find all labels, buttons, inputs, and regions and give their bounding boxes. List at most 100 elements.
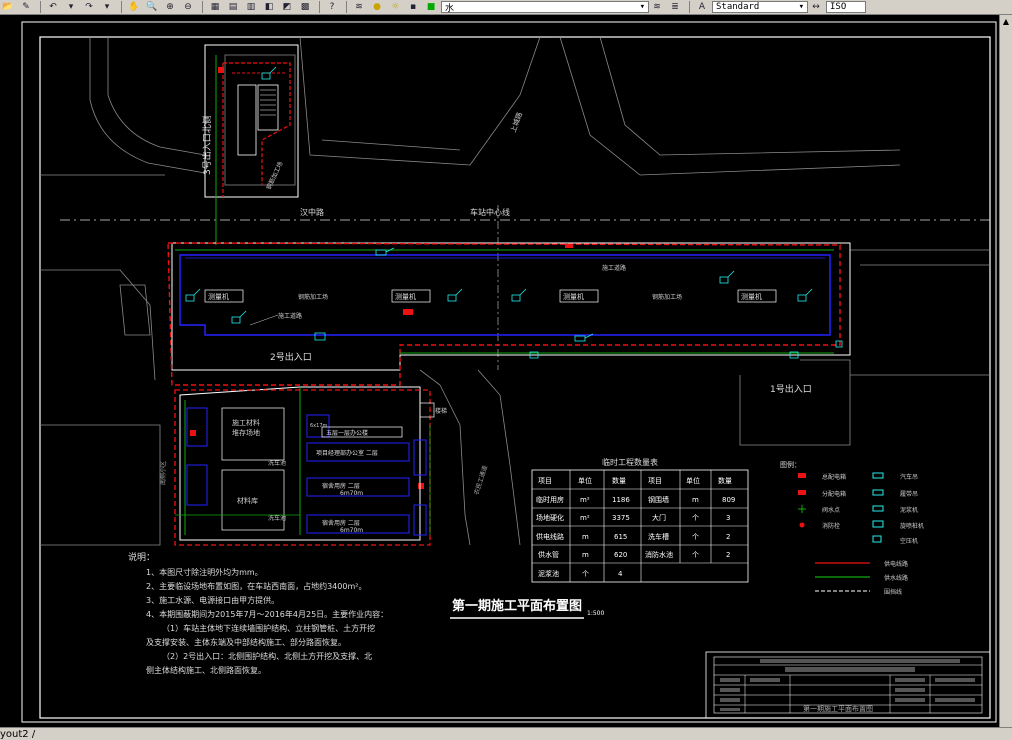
legend-swatch [872,535,882,543]
dropdown-arrow-icon[interactable]: ▾ [63,1,79,13]
cell: 洗车槽 [648,532,669,541]
legend-item: 分配电箱 [822,490,846,498]
toolbar-separator [346,1,347,13]
legend-item: 总配电箱 [822,473,846,481]
layer-dropdown[interactable]: 水 ▾ [441,1,649,14]
cell: 809 [722,496,735,504]
cad-toolbar: 📂 ✎ ↶ ▾ ↷ ▾ ✋ 🔍 ⊕ ⊖ ▦ ▤ ▥ ◧ ◩ ▩ ? ≋ ● ☼ … [0,0,1012,15]
design-center-icon[interactable]: ▤ [225,1,241,13]
cell: 4 [618,570,623,578]
legend-line-label: 供水线路 [884,574,908,582]
office-3-dim: 6m70m [340,527,363,534]
camp-area [174,386,435,546]
text-style-icon[interactable]: A [694,1,710,13]
cell: 1186 [612,496,630,504]
chevron-down-icon: ▾ [639,2,645,12]
notes-title: 说明： [128,551,155,563]
light-bulb-icon[interactable]: ● [369,1,385,13]
exit2-label: 2号出入口 [270,351,312,363]
layer-manager-icon[interactable]: ≋ [351,1,367,13]
match-properties-icon[interactable]: ✎ [18,1,34,13]
note-7: （2）2号出入口：北侧围护结构、北侧土方开挖及支撑、北 [162,651,372,661]
exit3-inner-label: 钢筋加工场 [265,160,285,191]
lock-icon[interactable]: ▪ [405,1,421,13]
layer-dropdown-value: 水 [445,3,455,14]
redo-icon[interactable]: ↷ [81,1,97,13]
dim-style-value: ISO [830,2,847,12]
title-block: 第一期施工平面布置图 [705,651,991,719]
cell: 3375 [612,514,630,522]
zoom-previous-icon[interactable]: ⊖ [180,1,196,13]
make-current-icon[interactable]: ≋ [649,1,665,13]
properties-icon[interactable]: ▦ [207,1,223,13]
cell: 个 [692,514,699,522]
legend-swatch [798,473,806,478]
undo-icon[interactable]: ↶ [45,1,61,13]
water-line-station [175,249,834,354]
office-2-dim: 6m70m [340,490,363,497]
cell: 个 [582,570,589,578]
text-style-dropdown[interactable]: Standard ▾ [712,1,808,13]
station-outline [171,242,851,371]
open-icon[interactable]: 📂 [0,1,16,13]
road-side-label: 农民工通道 [472,465,489,496]
help-icon[interactable]: ? [324,1,340,13]
tool-palettes-icon[interactable]: ▥ [243,1,259,13]
cell: m² [580,514,590,522]
cell: 钢围墙 [648,495,669,504]
layout-tab[interactable]: yout2 [0,729,29,740]
titleblock-drawing-name: 第一期施工平面布置图 [803,704,873,713]
vertical-scrollbar[interactable]: ▲ [999,15,1012,727]
room-label-3: 测量机 [563,292,584,301]
sun-icon[interactable]: ☼ [387,1,403,13]
work-area-east: 钢筋加工场 [652,293,682,301]
toolbar-separator [40,1,41,13]
office-3-label: 宿舍用房 二层 [322,519,360,527]
scale-label: 1:500 [587,610,604,617]
legend-line-label: 供电线路 [884,560,908,568]
material-yard-label-2: 堆存场地 [232,428,260,437]
cell: 2 [726,551,730,559]
zoom-window-icon[interactable]: ⊕ [162,1,178,13]
dim-style-dropdown[interactable]: ISO [826,1,866,13]
legend-swatch [872,472,884,479]
zoom-realtime-icon[interactable]: 🔍 [144,1,160,13]
cell: m [582,533,589,541]
toolbar-separator [121,1,122,13]
cell: 3 [726,514,730,522]
pan-icon[interactable]: ✋ [126,1,142,13]
layer-previous-icon[interactable]: ≣ [667,1,683,13]
cell: m² [580,496,590,504]
station-center-label: 车站中心线 [470,207,510,217]
calc-icon[interactable]: ▩ [297,1,313,13]
markup-icon[interactable]: ◩ [279,1,295,13]
water-line-camp [175,425,431,535]
th-qty: 数量 [612,476,626,485]
layout-tab-bar: yout2 / [0,727,1012,740]
dim-style-icon[interactable]: ↔ [808,1,824,13]
toolbar-separator [319,1,320,13]
drawing-canvas[interactable]: 3号出入口北侧 钢筋加工场 上城路 汉中路 车站中心线 测量机 测量机 测量机 … [0,15,1000,727]
layer-color-icon[interactable]: ■ [423,1,439,13]
legend-item: 旋喷桩机 [900,522,924,530]
dropdown-arrow-icon[interactable]: ▾ [99,1,115,13]
room-label-2: 测量机 [395,292,416,301]
cell: 消防水池 [645,550,673,559]
cell: m [582,551,589,559]
th-item-2: 项目 [648,477,662,485]
legend-title: 图例： [780,460,801,469]
pipe-label-east: 施工道路 [602,264,626,272]
note-1: 1、本图尺寸除注明外均为mm。 [146,567,263,577]
fence-red-station [167,242,841,386]
room-label-1: 测量机 [208,292,229,301]
cell: 615 [614,533,627,541]
legend: 图例： 总配电箱 分配电箱 阀水点 消防栓 汽车吊 履带吊 泥浆机 旋喷桩机 空… [780,460,924,596]
quantities-table: 临时工程数量表 项目 单位 数量 项目 单位 数量 临时用房 m² 1186 钢… [531,457,749,583]
car-wash-label: 洗车池 [268,459,286,467]
cell: 个 [692,533,699,541]
note-6: 及支撑安装、主体东端及中部结构施工、部分路面恢复。 [146,637,346,647]
sheet-set-icon[interactable]: ◧ [261,1,277,13]
scroll-up-icon[interactable]: ▲ [1000,15,1012,27]
drawing-svg: 3号出入口北侧 钢筋加工场 上城路 汉中路 车站中心线 测量机 测量机 测量机 … [21,21,997,723]
room-label-4: 测量机 [741,292,762,301]
